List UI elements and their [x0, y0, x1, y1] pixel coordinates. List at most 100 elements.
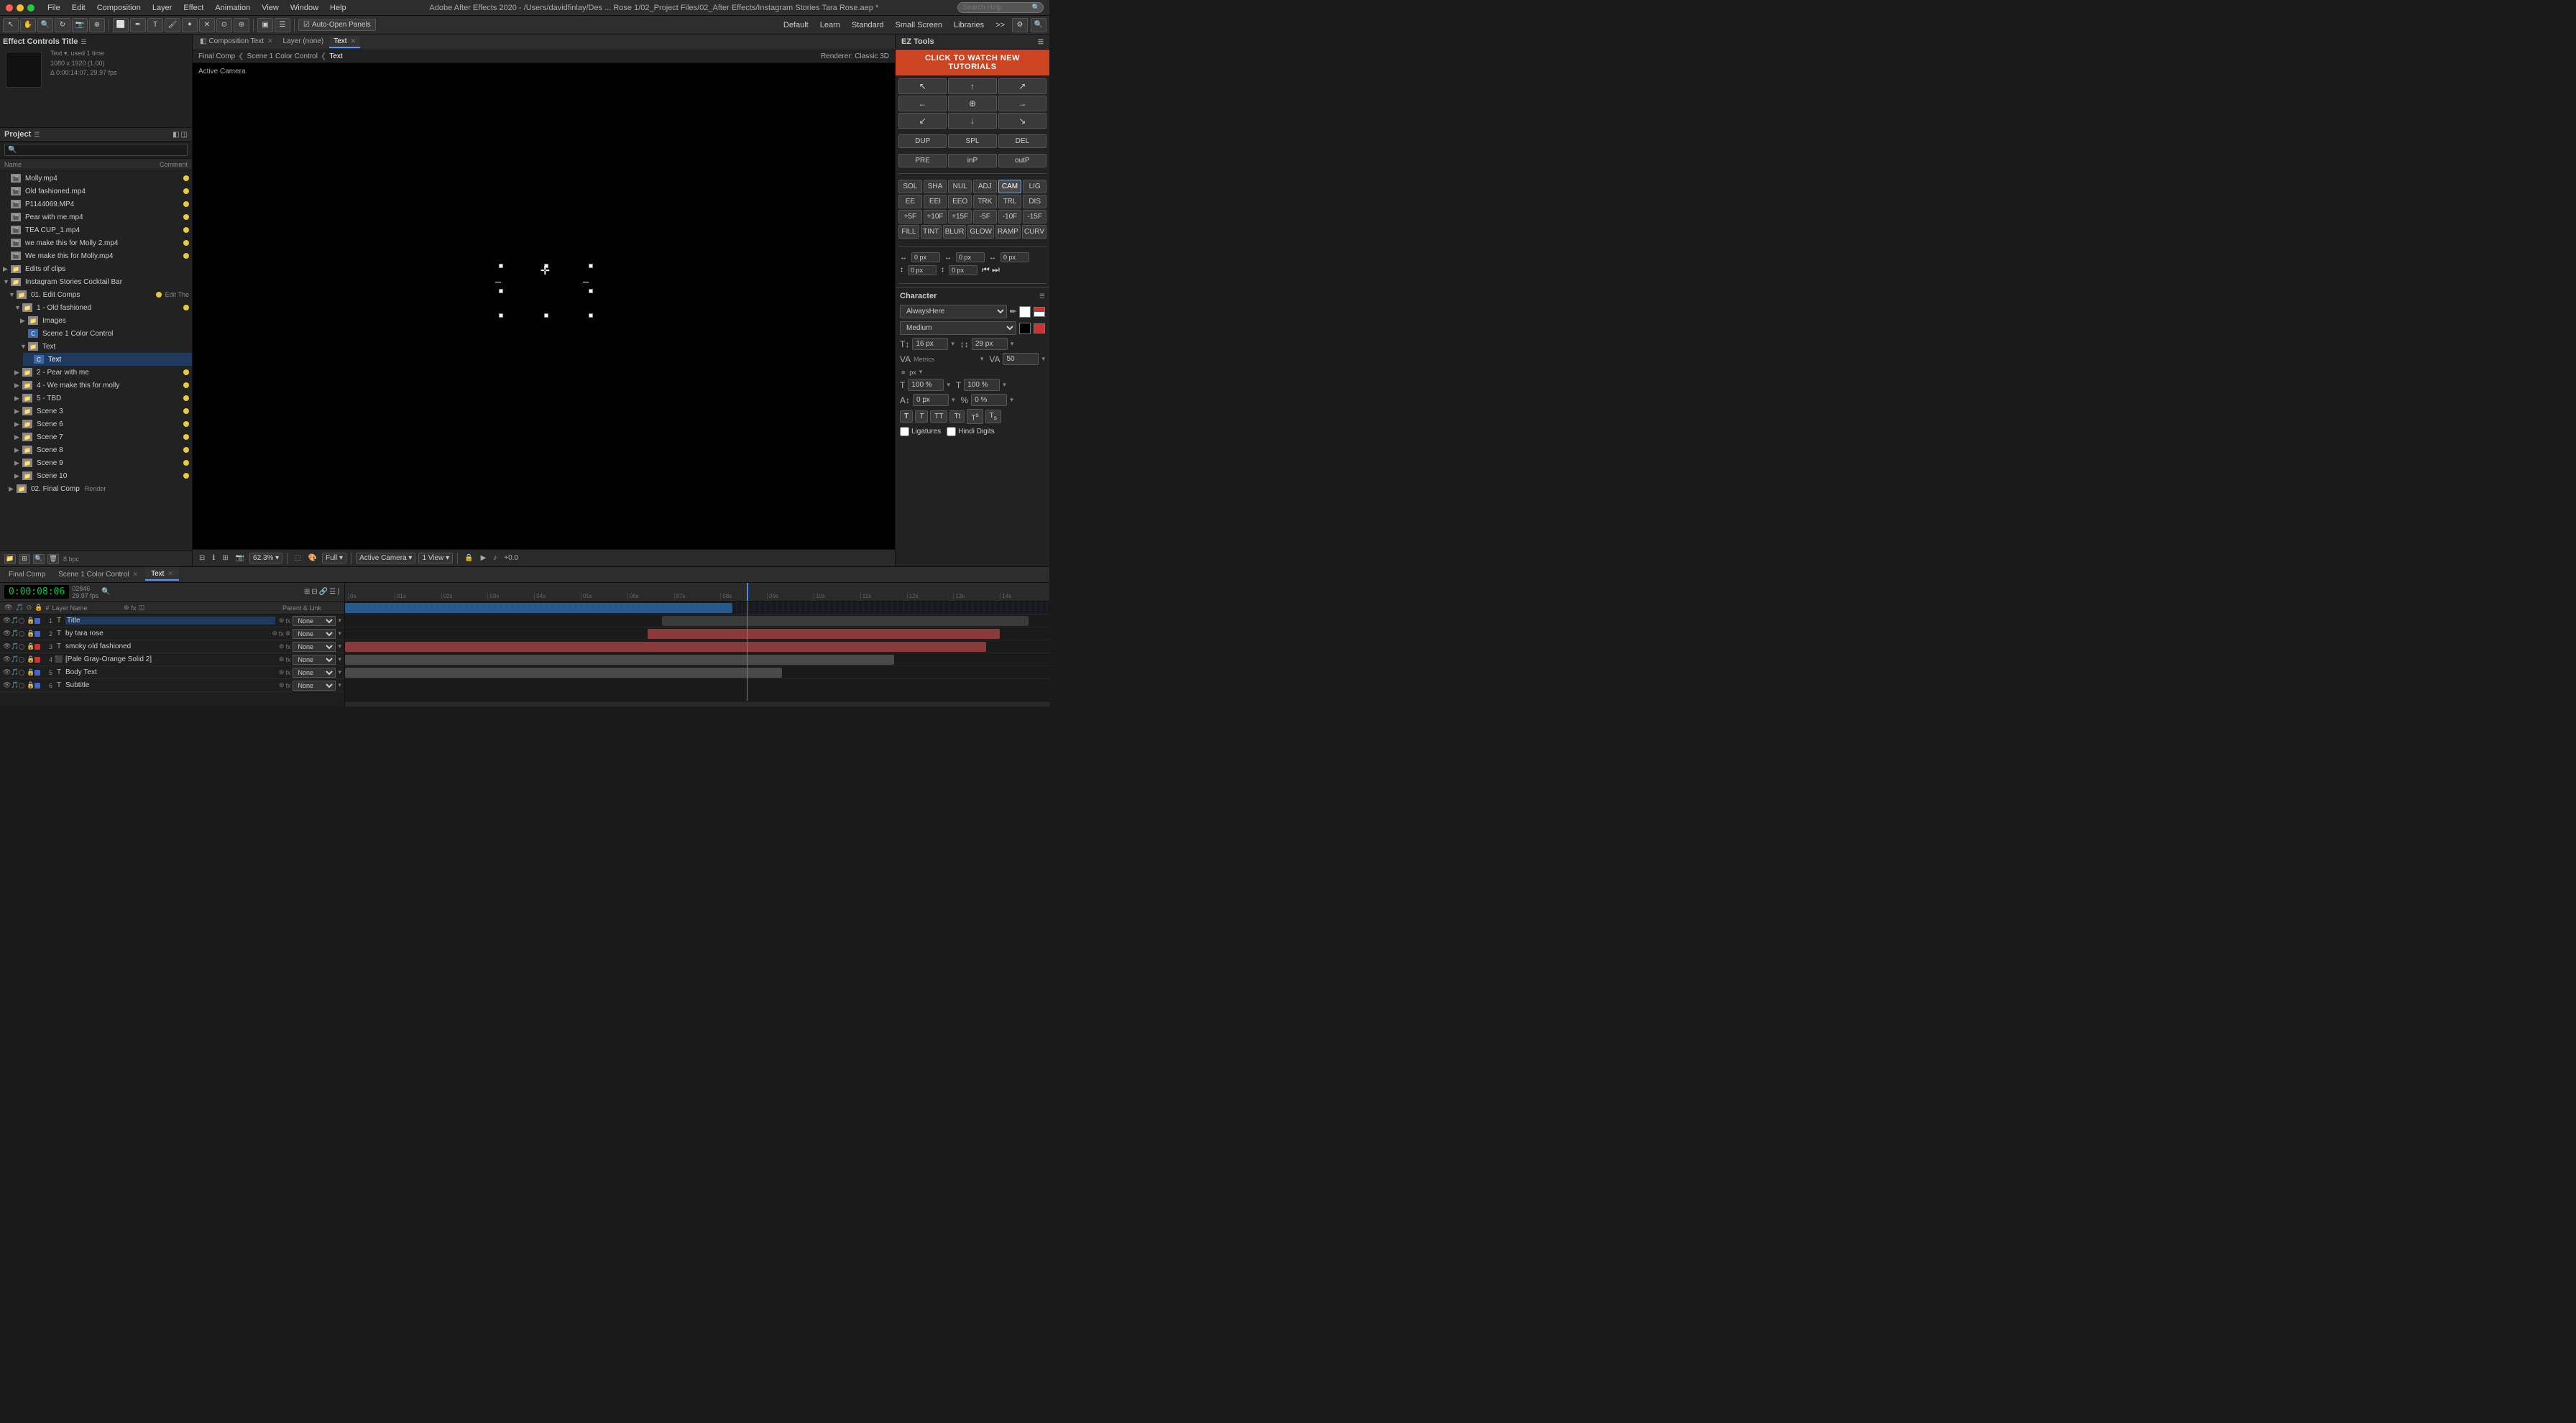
- btn-del[interactable]: DEL: [998, 134, 1046, 148]
- arrow-btn-e[interactable]: →: [998, 96, 1046, 111]
- tool-extra1[interactable]: ▣: [257, 18, 273, 32]
- lock-2[interactable]: 🔒: [27, 630, 32, 637]
- height-input[interactable]: [964, 379, 1000, 391]
- audio-6[interactable]: 🎵: [11, 681, 17, 689]
- list-item-tbd[interactable]: ▶ 📁 5 - TBD: [12, 392, 192, 405]
- list-item-finalcomp[interactable]: ▶ 📁 02. Final Comp Render: [6, 482, 192, 495]
- workspace-more[interactable]: >>: [991, 19, 1009, 31]
- solo-2[interactable]: [19, 631, 24, 637]
- vis-2[interactable]: 👁: [3, 630, 9, 637]
- list-item-images[interactable]: ▶ 📁 Images: [17, 314, 192, 327]
- workspace-search[interactable]: 🔍: [1031, 18, 1046, 32]
- breadcrumb-scene1[interactable]: Scene 1 Color Control: [247, 52, 318, 60]
- menu-file[interactable]: File: [43, 2, 65, 14]
- timeline-btn5[interactable]: ⟩: [337, 588, 340, 596]
- breadcrumb-text[interactable]: Text: [329, 52, 342, 60]
- solo-6[interactable]: [19, 683, 24, 689]
- viewer-audio-btn[interactable]: ♪: [491, 553, 499, 563]
- list-item[interactable]: 🎬 TEA CUP_1.mp4: [0, 224, 192, 236]
- ligatures-check[interactable]: [900, 427, 909, 436]
- click-to-watch-banner[interactable]: CLICK TO WATCH NEW TUTORIALS: [896, 50, 1049, 75]
- workspace-settings[interactable]: ⚙: [1012, 18, 1028, 32]
- list-item-instagram[interactable]: ▼ 📁 Instagram Stories Cocktail Bar: [0, 275, 192, 288]
- stroke-swatch[interactable]: [1034, 323, 1045, 333]
- format-allcaps[interactable]: TT: [930, 410, 947, 423]
- lock-3[interactable]: 🔒: [27, 643, 32, 650]
- track-5[interactable]: [345, 653, 1049, 666]
- pos-y1-input[interactable]: [908, 265, 937, 275]
- transform-handle-tr[interactable]: [589, 264, 593, 268]
- timeline-btn2[interactable]: ⊟: [311, 588, 317, 596]
- font-color-swatch2[interactable]: [1034, 307, 1045, 317]
- baseline-input[interactable]: [913, 394, 949, 406]
- width-input[interactable]: [908, 379, 944, 391]
- tab-close1[interactable]: ✕: [267, 37, 273, 45]
- workspace-default[interactable]: Default: [779, 19, 813, 31]
- btn-adj[interactable]: ADJ: [973, 180, 997, 193]
- tool-camera[interactable]: 📷: [72, 18, 88, 32]
- arrow-btn-nw[interactable]: ↖: [898, 78, 947, 94]
- list-item[interactable]: 🎬 Pear with me.mp4: [0, 211, 192, 224]
- solo-5[interactable]: [19, 670, 24, 676]
- layer-row-6[interactable]: 👁 🎵 🔒 6 T Subtitle ⊛ fx None ▾: [0, 679, 344, 692]
- arrow-btn-w[interactable]: ←: [898, 96, 947, 111]
- btn-pre[interactable]: PRE: [898, 154, 947, 167]
- tool-brush[interactable]: 🖌: [165, 18, 180, 32]
- tool-pan[interactable]: ⊕: [89, 18, 105, 32]
- parent-6[interactable]: None: [293, 681, 336, 691]
- btn-inp[interactable]: inP: [948, 154, 996, 167]
- solo-1[interactable]: [19, 618, 24, 624]
- track-6[interactable]: [345, 666, 1049, 679]
- tool-pen[interactable]: ✒: [130, 18, 146, 32]
- tab-text-active[interactable]: Text ✕: [329, 36, 360, 48]
- viewer-region-btn[interactable]: ⬚: [292, 553, 303, 563]
- minimize-button[interactable]: [17, 4, 24, 11]
- btn-cam[interactable]: CAM: [998, 180, 1022, 193]
- workspace-standard[interactable]: Standard: [847, 19, 888, 31]
- char-menu[interactable]: ☰: [1039, 293, 1045, 300]
- viewer-plus-btn[interactable]: +0.0: [502, 553, 520, 563]
- btn-dup[interactable]: DUP: [898, 134, 947, 148]
- list-item[interactable]: 🎬 We make this for Molly.mp4: [0, 249, 192, 262]
- layer-row-2[interactable]: 👁 🎵 🔒 2 T by tara rose ⊛ fx ⊗ None ▾: [0, 627, 344, 640]
- list-item[interactable]: 🎬 Old fashioned.mp4: [0, 185, 192, 198]
- btn-sha[interactable]: SHA: [924, 180, 947, 193]
- parent-2[interactable]: None: [293, 629, 336, 639]
- pos-x1-input[interactable]: [911, 252, 940, 262]
- btn-curv[interactable]: CURV: [1022, 225, 1046, 239]
- btn-blur[interactable]: BLUR: [943, 225, 967, 239]
- breadcrumb-finalcomp[interactable]: Final Comp: [198, 52, 235, 60]
- pos-x2-input[interactable]: [956, 252, 985, 262]
- list-item-scene10[interactable]: ▶ 📁 Scene 10: [12, 469, 192, 482]
- format-smallcaps[interactable]: Tt: [949, 410, 965, 423]
- btn-lig[interactable]: LIG: [1023, 180, 1046, 193]
- tab-composition-text[interactable]: ◧ Composition Text ✕: [196, 36, 277, 48]
- viewer-canvas[interactable]: Active Camera: [193, 63, 895, 549]
- timeline-btn3[interactable]: 🔗: [319, 588, 328, 596]
- lock-4[interactable]: 🔒: [27, 655, 32, 663]
- timeline-btn4[interactable]: ☰: [329, 588, 336, 596]
- vis-4[interactable]: 👁: [3, 655, 9, 663]
- vis-6[interactable]: 👁: [3, 681, 9, 689]
- font-size-input[interactable]: [912, 338, 948, 350]
- lock-1[interactable]: 🔒: [27, 617, 32, 625]
- quality-dropdown[interactable]: Full ▾: [322, 553, 346, 563]
- layer-row-3[interactable]: 👁 🎵 🔒 3 T smoky old fashioned ⊛ fx None …: [0, 640, 344, 653]
- tool-select[interactable]: ↖: [3, 18, 19, 32]
- vis-1[interactable]: 👁: [3, 617, 9, 625]
- tsume-input[interactable]: [971, 394, 1007, 406]
- leading-input[interactable]: [972, 338, 1008, 350]
- arrow-btn-se[interactable]: ↘: [998, 113, 1046, 129]
- workspace-small-screen[interactable]: Small Screen: [891, 19, 947, 31]
- arrow-btn-ne[interactable]: ↗: [998, 78, 1046, 94]
- close-button[interactable]: [6, 4, 13, 11]
- timeline-btn1[interactable]: ⊞: [304, 588, 310, 596]
- btn-minus10f[interactable]: -10F: [998, 210, 1022, 224]
- track-4[interactable]: [345, 640, 1049, 653]
- btn-plus10f[interactable]: +10F: [924, 210, 947, 224]
- tl-tab-finalcomp[interactable]: Final Comp: [3, 569, 51, 580]
- list-item-scene7[interactable]: ▶ 📁 Scene 7: [12, 430, 192, 443]
- track-3[interactable]: [345, 627, 1049, 640]
- tool-zoom[interactable]: 🔍: [37, 18, 53, 32]
- btn-eeo[interactable]: EEO: [948, 195, 972, 208]
